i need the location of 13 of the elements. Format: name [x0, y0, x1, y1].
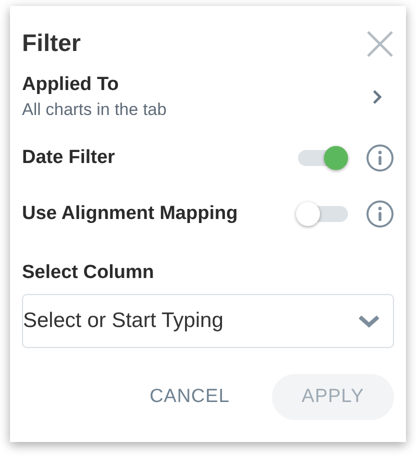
toggle-label: Date Filter: [22, 147, 115, 169]
chevron-right-icon[interactable]: [372, 89, 382, 105]
chevron-down-icon: [357, 314, 381, 328]
select-column-label: Select Column: [22, 262, 155, 284]
toggle-label: Use Alignment Mapping: [22, 203, 238, 225]
close-icon[interactable]: [366, 30, 394, 58]
cancel-button[interactable]: CANCEL: [136, 374, 244, 420]
applied-to-value: All charts in the tab: [22, 100, 167, 120]
applied-to-label: Applied To: [22, 74, 119, 95]
info-icon[interactable]: [366, 200, 394, 228]
info-icon[interactable]: [366, 144, 394, 172]
column-select[interactable]: Select or Start Typing: [22, 294, 394, 348]
dialog-title: Filter: [22, 30, 81, 58]
